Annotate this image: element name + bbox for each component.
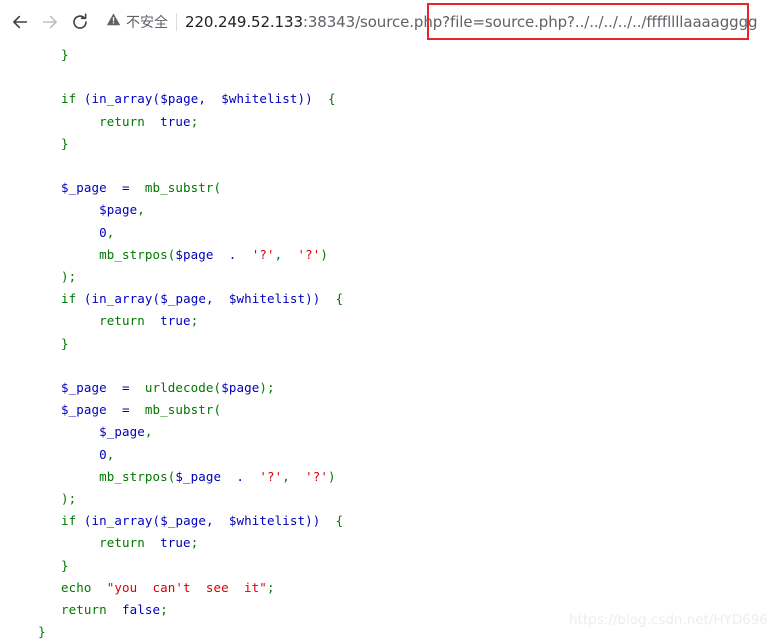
url-port: :38343: [302, 13, 356, 31]
browser-toolbar: 不安全 220.249.52.133:38343/source.php?file…: [0, 0, 776, 44]
page-content: } if (in_array($page, $whitelist)) { ret…: [0, 44, 776, 641]
security-status-label: 不安全: [126, 15, 168, 31]
address-bar[interactable]: 不安全 220.249.52.133:38343/source.php?file…: [102, 8, 770, 36]
reload-icon: [70, 12, 90, 32]
reload-button[interactable]: [66, 8, 94, 36]
forward-button[interactable]: [36, 8, 64, 36]
forward-arrow-icon: [40, 12, 60, 32]
back-arrow-icon: [10, 12, 30, 32]
omnibox-divider: [176, 13, 177, 31]
blog-watermark: https://blog.csdn.net/HYD696: [569, 612, 768, 628]
url-host: 220.249.52.133: [185, 13, 303, 31]
warning-triangle-icon: [106, 12, 121, 32]
url-query: ?file=source.php?../../../../../ffffllll…: [442, 13, 758, 31]
back-button[interactable]: [6, 8, 34, 36]
url-path: /source.php: [355, 13, 443, 31]
url-text[interactable]: 220.249.52.133:38343/source.php?file=sou…: [185, 13, 758, 31]
php-source-listing: } if (in_array($page, $whitelist)) { ret…: [0, 47, 344, 640]
site-security-chip[interactable]: 不安全: [102, 9, 174, 35]
